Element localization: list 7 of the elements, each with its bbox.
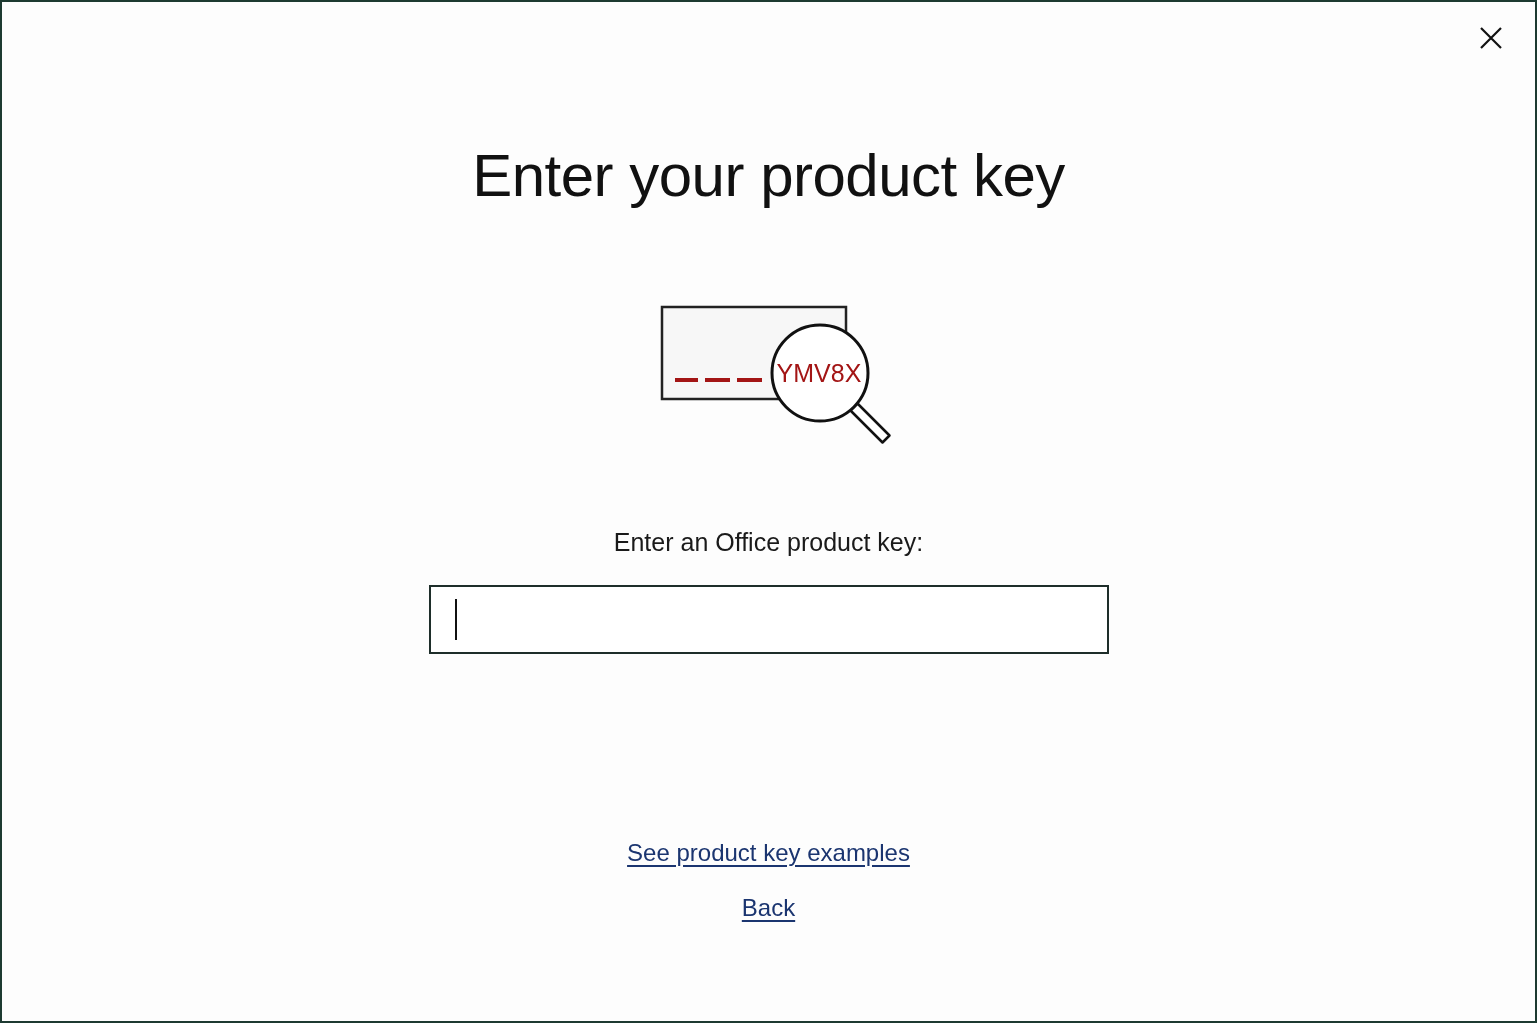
dialog-title: Enter your product key — [472, 141, 1065, 211]
product-key-field[interactable] — [428, 585, 1109, 654]
text-cursor — [454, 599, 457, 640]
examples-link[interactable]: See product key examples — [627, 837, 910, 869]
back-link[interactable]: Back — [741, 892, 796, 924]
product-key-label: Enter an Office product key: — [613, 527, 924, 557]
close-icon — [1480, 27, 1502, 49]
